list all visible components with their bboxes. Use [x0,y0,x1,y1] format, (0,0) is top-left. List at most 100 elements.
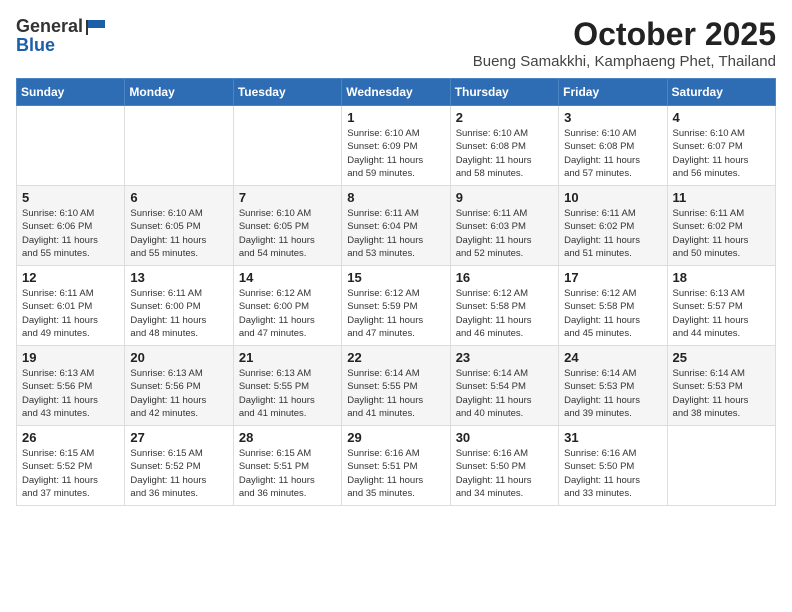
day-info: Sunrise: 6:16 AM Sunset: 5:50 PM Dayligh… [456,447,553,500]
calendar-cell [125,106,233,186]
day-info: Sunrise: 6:11 AM Sunset: 6:00 PM Dayligh… [130,287,227,340]
day-number: 9 [456,190,553,205]
day-number: 22 [347,350,444,365]
calendar-cell [17,106,125,186]
weekday-header-monday: Monday [125,79,233,106]
day-number: 1 [347,110,444,125]
calendar-cell: 14 Sunrise: 6:12 AM Sunset: 6:00 PM Dayli… [233,266,341,346]
day-info: Sunrise: 6:11 AM Sunset: 6:02 PM Dayligh… [564,207,661,260]
day-number: 5 [22,190,119,205]
day-info: Sunrise: 6:16 AM Sunset: 5:50 PM Dayligh… [564,447,661,500]
calendar-week-5: 26 Sunrise: 6:15 AM Sunset: 5:52 PM Dayli… [17,426,776,506]
day-info: Sunrise: 6:10 AM Sunset: 6:08 PM Dayligh… [456,127,553,180]
calendar-cell: 7 Sunrise: 6:10 AM Sunset: 6:05 PM Daylig… [233,186,341,266]
day-info: Sunrise: 6:12 AM Sunset: 6:00 PM Dayligh… [239,287,336,340]
weekday-header-saturday: Saturday [667,79,775,106]
calendar-cell: 3 Sunrise: 6:10 AM Sunset: 6:08 PM Daylig… [559,106,667,186]
day-info: Sunrise: 6:14 AM Sunset: 5:53 PM Dayligh… [564,367,661,420]
day-number: 18 [673,270,770,285]
calendar-cell: 13 Sunrise: 6:11 AM Sunset: 6:00 PM Dayli… [125,266,233,346]
day-number: 25 [673,350,770,365]
weekday-header-sunday: Sunday [17,79,125,106]
weekday-header-thursday: Thursday [450,79,558,106]
calendar-cell: 26 Sunrise: 6:15 AM Sunset: 5:52 PM Dayli… [17,426,125,506]
calendar-cell: 28Sunrise: 6:15 AM Sunset: 5:51 PM Dayli… [233,426,341,506]
day-info: Sunrise: 6:13 AM Sunset: 5:56 PM Dayligh… [22,367,119,420]
day-info: Sunrise: 6:13 AM Sunset: 5:57 PM Dayligh… [673,287,770,340]
day-info: Sunrise: 6:15 AM Sunset: 5:52 PM Dayligh… [130,447,227,500]
day-info: Sunrise: 6:12 AM Sunset: 5:59 PM Dayligh… [347,287,444,340]
calendar-cell: 29 Sunrise: 6:16 AM Sunset: 5:51 PM Dayli… [342,426,450,506]
day-number: 10 [564,190,661,205]
calendar-cell: 6Sunrise: 6:10 AM Sunset: 6:05 PM Daylig… [125,186,233,266]
logo-flag-icon [85,18,107,36]
day-number: 11 [673,190,770,205]
weekday-header-friday: Friday [559,79,667,106]
calendar-cell: 17 Sunrise: 6:12 AM Sunset: 5:58 PM Dayli… [559,266,667,346]
calendar-cell: 30Sunrise: 6:16 AM Sunset: 5:50 PM Dayli… [450,426,558,506]
day-number: 7 [239,190,336,205]
day-number: 3 [564,110,661,125]
calendar-cell: 24 Sunrise: 6:14 AM Sunset: 5:53 PM Dayli… [559,346,667,426]
calendar-cell: 1 Sunrise: 6:10 AM Sunset: 6:09 PM Daylig… [342,106,450,186]
day-number: 20 [130,350,227,365]
calendar-week-3: 12 Sunrise: 6:11 AM Sunset: 6:01 PM Dayli… [17,266,776,346]
day-number: 28 [239,430,336,445]
calendar-cell: 25 Sunrise: 6:14 AM Sunset: 5:53 PM Dayli… [667,346,775,426]
day-info: Sunrise: 6:15 AM Sunset: 5:52 PM Dayligh… [22,447,119,500]
calendar-cell: 16Sunrise: 6:12 AM Sunset: 5:58 PM Dayli… [450,266,558,346]
day-number: 31 [564,430,661,445]
calendar-cell: 31 Sunrise: 6:16 AM Sunset: 5:50 PM Dayli… [559,426,667,506]
calendar-cell [667,426,775,506]
calendar-week-1: 1 Sunrise: 6:10 AM Sunset: 6:09 PM Daylig… [17,106,776,186]
calendar-week-2: 5 Sunrise: 6:10 AM Sunset: 6:06 PM Daylig… [17,186,776,266]
calendar-cell: 11 Sunrise: 6:11 AM Sunset: 6:02 PM Dayli… [667,186,775,266]
calendar-cell: 10 Sunrise: 6:11 AM Sunset: 6:02 PM Dayli… [559,186,667,266]
day-number: 15 [347,270,444,285]
calendar-cell: 23Sunrise: 6:14 AM Sunset: 5:54 PM Dayli… [450,346,558,426]
day-number: 4 [673,110,770,125]
calendar-week-4: 19Sunrise: 6:13 AM Sunset: 5:56 PM Dayli… [17,346,776,426]
calendar-cell: 18 Sunrise: 6:13 AM Sunset: 5:57 PM Dayli… [667,266,775,346]
day-info: Sunrise: 6:10 AM Sunset: 6:08 PM Dayligh… [564,127,661,180]
day-number: 6 [130,190,227,205]
day-info: Sunrise: 6:10 AM Sunset: 6:05 PM Dayligh… [239,207,336,260]
title-area: October 2025 Bueng Samakkhi, Kamphaeng P… [473,16,776,70]
calendar-cell: 8Sunrise: 6:11 AM Sunset: 6:04 PM Daylig… [342,186,450,266]
day-number: 17 [564,270,661,285]
day-info: Sunrise: 6:14 AM Sunset: 5:55 PM Dayligh… [347,367,444,420]
calendar-cell: 15 Sunrise: 6:12 AM Sunset: 5:59 PM Dayli… [342,266,450,346]
calendar-cell: 21Sunrise: 6:13 AM Sunset: 5:55 PM Dayli… [233,346,341,426]
day-info: Sunrise: 6:10 AM Sunset: 6:09 PM Dayligh… [347,127,444,180]
day-info: Sunrise: 6:12 AM Sunset: 5:58 PM Dayligh… [564,287,661,340]
calendar-cell: 20 Sunrise: 6:13 AM Sunset: 5:56 PM Dayli… [125,346,233,426]
calendar-cell: 12 Sunrise: 6:11 AM Sunset: 6:01 PM Dayli… [17,266,125,346]
day-info: Sunrise: 6:10 AM Sunset: 6:06 PM Dayligh… [22,207,119,260]
weekday-header-wednesday: Wednesday [342,79,450,106]
weekday-header-tuesday: Tuesday [233,79,341,106]
day-number: 26 [22,430,119,445]
day-info: Sunrise: 6:11 AM Sunset: 6:02 PM Dayligh… [673,207,770,260]
day-number: 23 [456,350,553,365]
day-info: Sunrise: 6:11 AM Sunset: 6:04 PM Dayligh… [347,207,444,260]
day-info: Sunrise: 6:13 AM Sunset: 5:56 PM Dayligh… [130,367,227,420]
location-title: Bueng Samakkhi, Kamphaeng Phet, Thailand [473,53,776,70]
day-info: Sunrise: 6:11 AM Sunset: 6:01 PM Dayligh… [22,287,119,340]
day-info: Sunrise: 6:12 AM Sunset: 5:58 PM Dayligh… [456,287,553,340]
day-number: 12 [22,270,119,285]
calendar-cell: 5 Sunrise: 6:10 AM Sunset: 6:06 PM Daylig… [17,186,125,266]
day-number: 29 [347,430,444,445]
day-number: 14 [239,270,336,285]
logo-blue-text: Blue [16,35,107,56]
day-info: Sunrise: 6:16 AM Sunset: 5:51 PM Dayligh… [347,447,444,500]
day-number: 13 [130,270,227,285]
day-info: Sunrise: 6:10 AM Sunset: 6:07 PM Dayligh… [673,127,770,180]
calendar-cell: 22 Sunrise: 6:14 AM Sunset: 5:55 PM Dayli… [342,346,450,426]
calendar-cell: 9 Sunrise: 6:11 AM Sunset: 6:03 PM Daylig… [450,186,558,266]
page-header: General Blue October 2025 Bueng Samakkhi… [16,16,776,70]
day-info: Sunrise: 6:14 AM Sunset: 5:53 PM Dayligh… [673,367,770,420]
day-number: 24 [564,350,661,365]
logo-general-text: General [16,16,83,37]
day-info: Sunrise: 6:11 AM Sunset: 6:03 PM Dayligh… [456,207,553,260]
day-number: 2 [456,110,553,125]
